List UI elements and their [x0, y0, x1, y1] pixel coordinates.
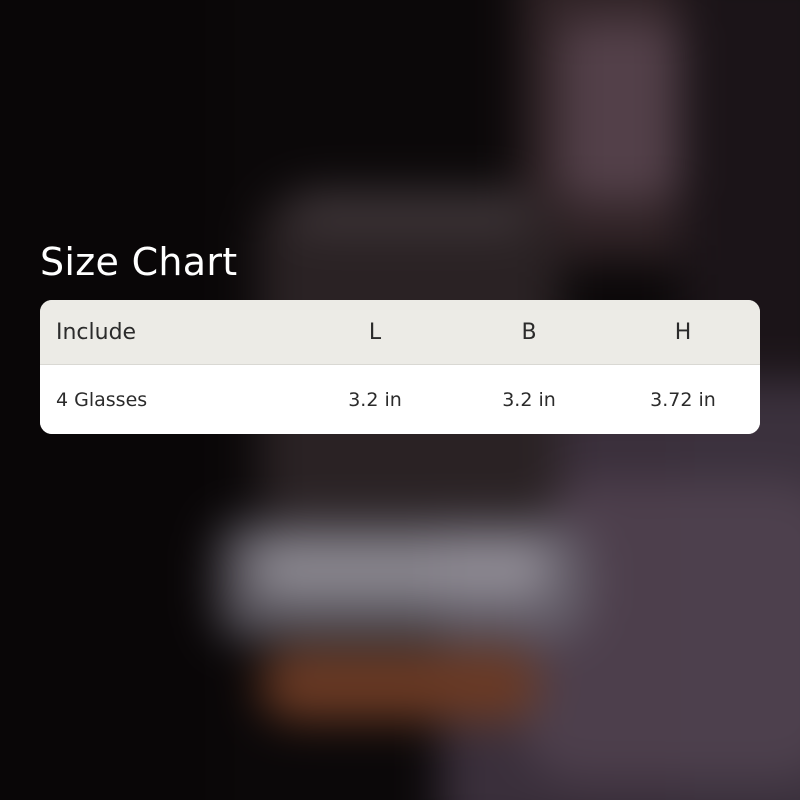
table-header-row: Include L B H	[40, 300, 760, 365]
column-header-l: L	[368, 319, 382, 345]
cell-l: 3.2 in	[348, 388, 402, 411]
size-chart-table: Include L B H 4 Glasses 3.2 in 3.2 in 3.…	[40, 300, 760, 434]
column-header-h: H	[674, 319, 692, 345]
column-header-b: B	[521, 319, 537, 345]
cell-h: 3.72 in	[650, 388, 716, 411]
cell-b: 3.2 in	[502, 388, 556, 411]
cell-include: 4 Glasses	[56, 388, 148, 411]
column-header-include: Include	[56, 319, 137, 345]
page-title: Size Chart	[40, 240, 238, 284]
table-row: 4 Glasses 3.2 in 3.2 in 3.72 in	[40, 365, 760, 434]
